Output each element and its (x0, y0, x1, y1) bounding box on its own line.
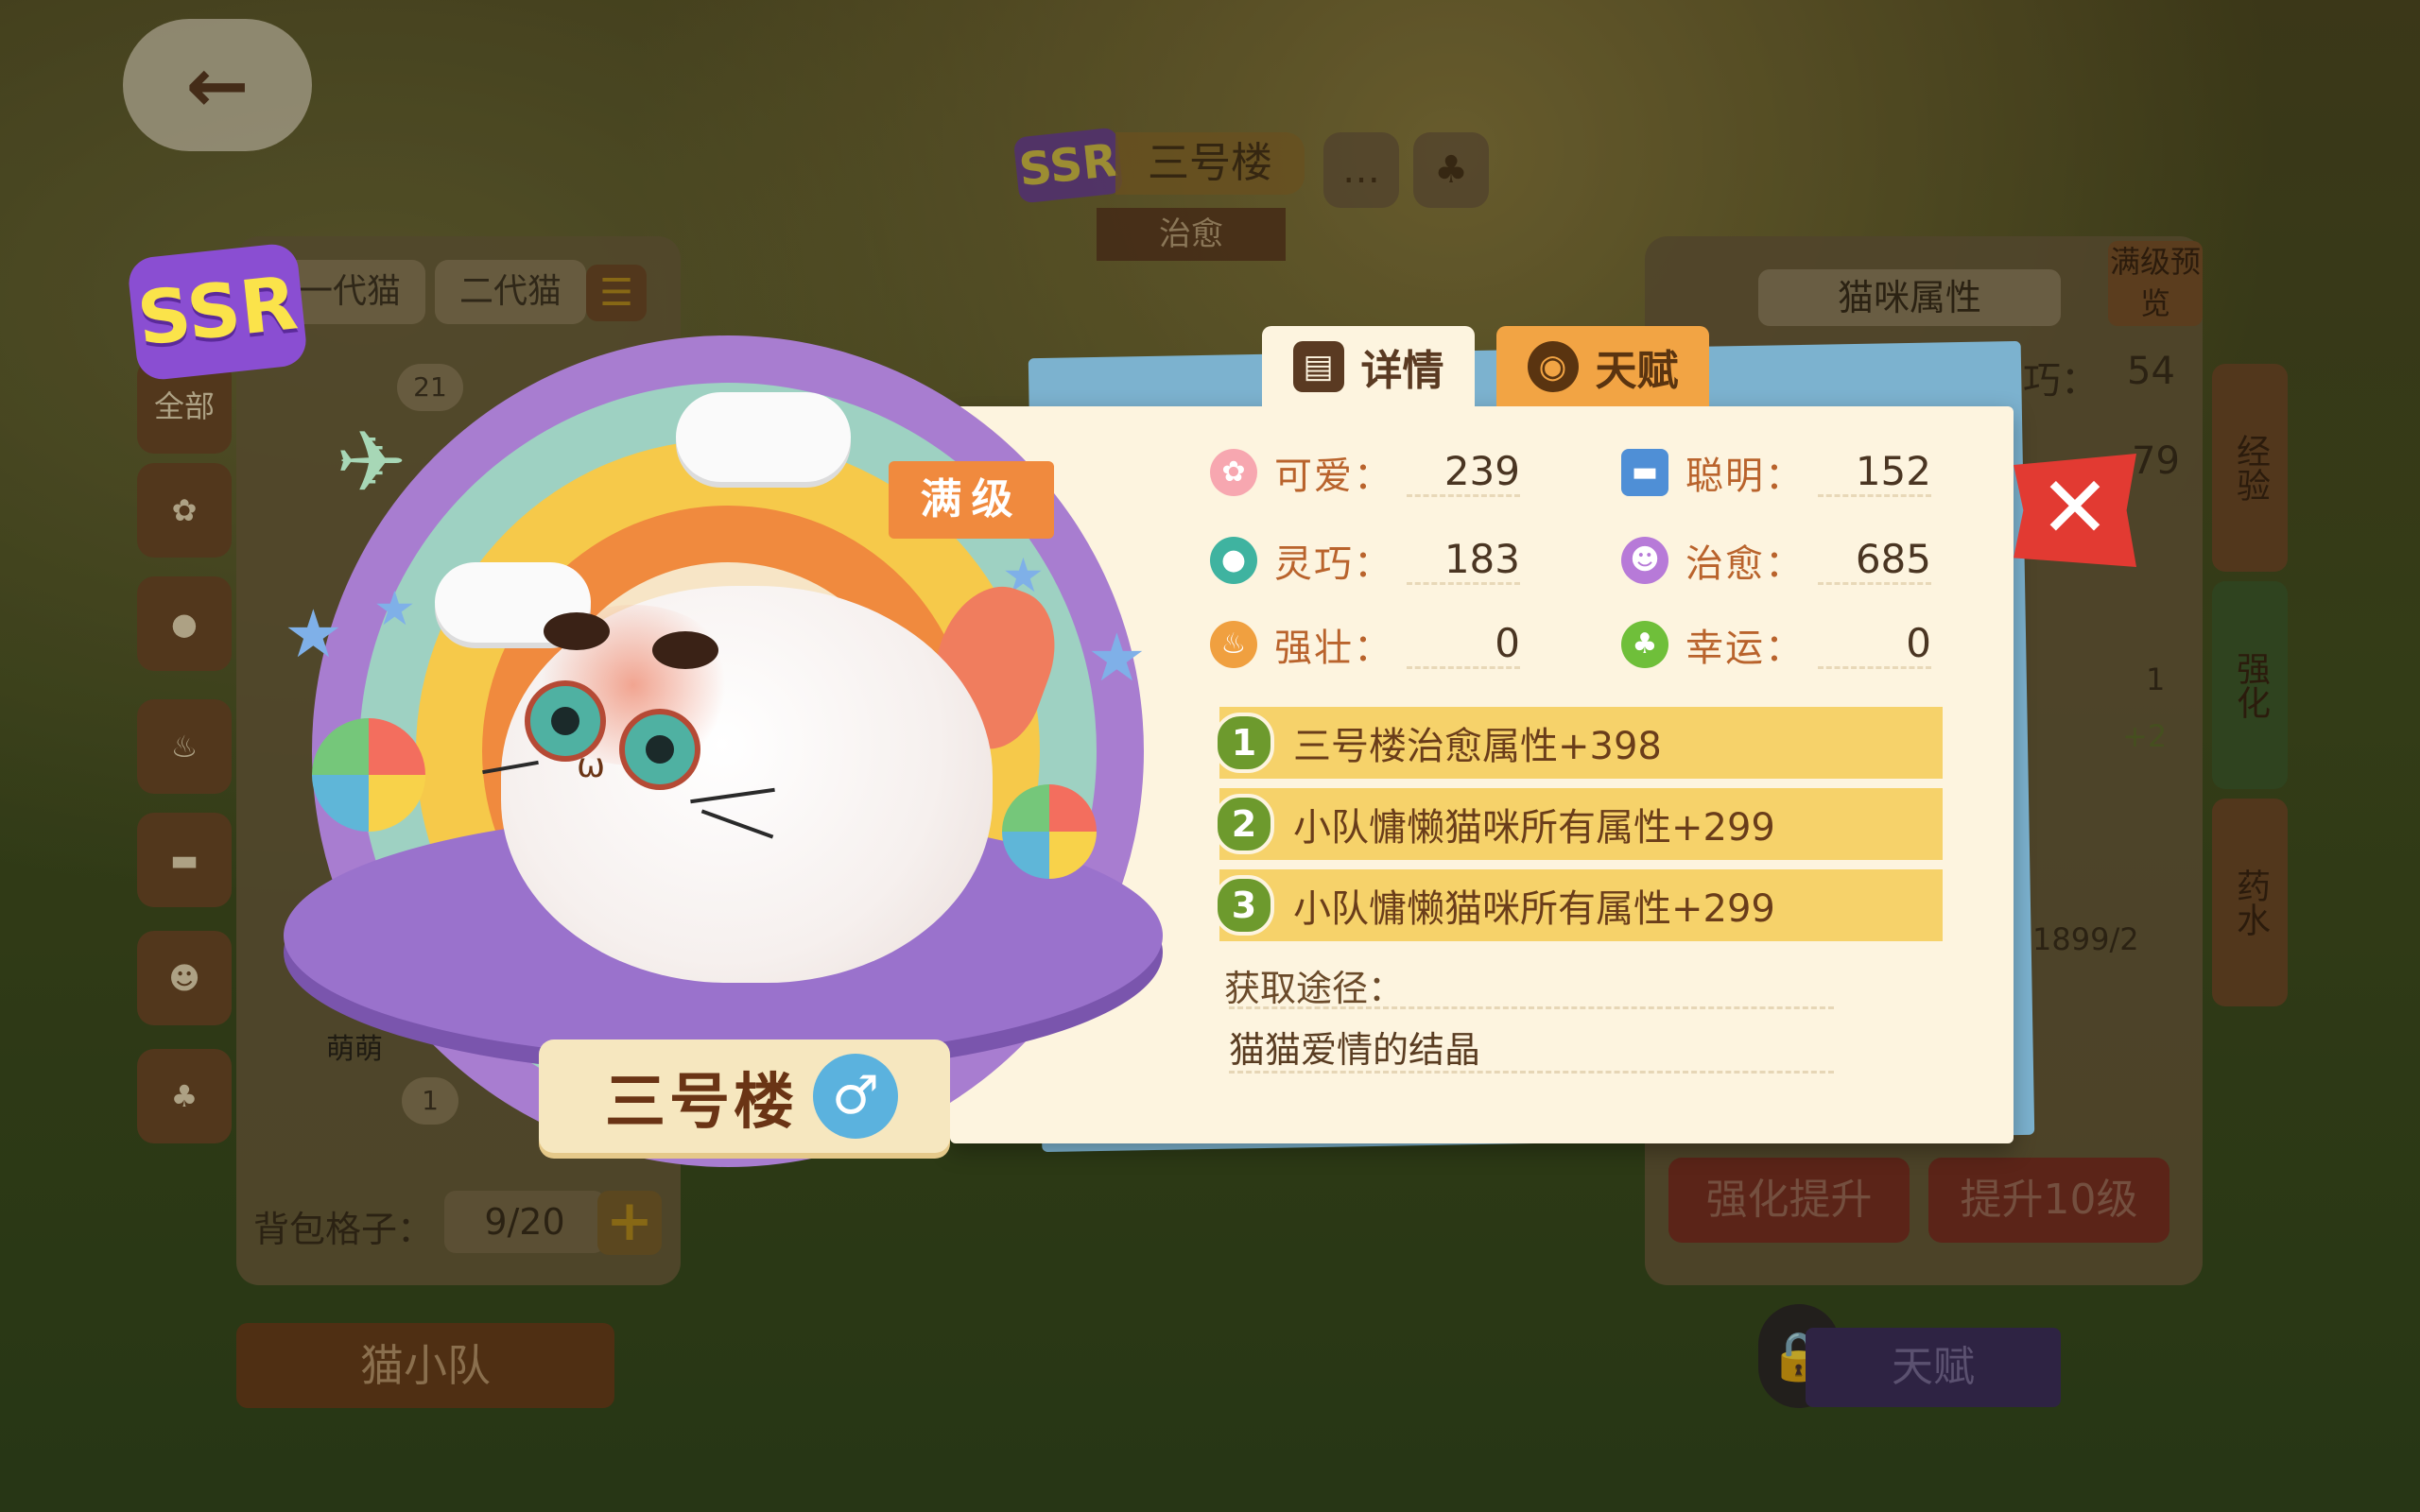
bonus-row: 1 三号楼治愈属性+398 (1214, 707, 1943, 779)
ssr-rarity-badge: SSR (126, 241, 309, 383)
source-label: 获取途径： (1224, 968, 1405, 1009)
cat-name: 三号楼 (605, 1068, 798, 1138)
stat-value: 239 (1407, 448, 1520, 497)
tab-detail-label: 详情 (1360, 346, 1444, 395)
cat-face-icon: ☻ (1621, 537, 1668, 584)
bonus-number: 3 (1214, 875, 1274, 936)
cat-mouth: ω (577, 747, 606, 785)
male-gender-icon: ♂ (813, 1054, 898, 1139)
stat-label: 强壮： (1274, 627, 1393, 670)
bonus-number: 2 (1214, 794, 1274, 854)
stat-value: 0 (1407, 620, 1520, 669)
airplane-icon: ✈ (336, 413, 407, 512)
divider (1229, 1006, 1834, 1009)
yarn-ball-icon: ● (1210, 537, 1257, 584)
tab-talent[interactable]: ◉ 天赋 (1496, 326, 1709, 406)
star-icon: ★ (284, 595, 343, 673)
cat-brow (544, 612, 610, 650)
cloud-icon (676, 392, 851, 482)
stat-smart: ▬ 聪明： 152 (1621, 444, 1931, 501)
star-icon: ★ (1087, 619, 1147, 696)
stat-value: 152 (1818, 448, 1931, 497)
stat-value: 685 (1818, 536, 1931, 585)
bonus-row: 2 小队慵懒猫咪所有属性+299 (1214, 788, 1943, 860)
graduation-cap-icon: ▬ (1621, 449, 1668, 496)
stat-label: 灵巧： (1274, 542, 1393, 586)
cat-eye (619, 709, 700, 790)
bonus-row: 3 小队慵懒猫咪所有属性+299 (1214, 869, 1943, 941)
stat-value: 183 (1407, 536, 1520, 585)
bonus-text: 小队慵懒猫咪所有属性+299 (1293, 887, 1775, 931)
paw-icon: ✿ (1210, 449, 1257, 496)
stat-luck: ♣ 幸运： 0 (1621, 616, 1931, 673)
stat-label: 治愈： (1685, 542, 1805, 586)
pinwheel-icon (312, 718, 425, 832)
close-icon: ✕ (2039, 458, 2111, 558)
tab-detail[interactable]: ▤ 详情 (1262, 326, 1475, 406)
bonus-number: 1 (1214, 713, 1274, 773)
bonus-text: 小队慵懒猫咪所有属性+299 (1293, 806, 1775, 850)
bonus-text: 三号楼治愈属性+398 (1293, 725, 1662, 768)
clover-icon: ♣ (1621, 621, 1668, 668)
close-button[interactable]: ✕ (2014, 454, 2136, 567)
stat-cute: ✿ 可爱： 239 (1210, 444, 1520, 501)
pinwheel-icon (1002, 784, 1097, 879)
tab-talent-label: 天赋 (1595, 346, 1679, 395)
divider (1229, 1071, 1834, 1074)
stat-label: 可爱： (1274, 455, 1393, 498)
stat-heal: ☻ 治愈： 685 (1621, 532, 1931, 589)
stat-strong: ♨ 强壮： 0 (1210, 616, 1520, 673)
max-level-badge: 满级 (889, 461, 1054, 539)
stat-value: 0 (1818, 620, 1931, 669)
stat-label: 聪明： (1685, 455, 1805, 498)
star-icon: ★ (373, 581, 416, 636)
stat-label: 幸运： (1685, 627, 1805, 670)
detail-book-icon: ▤ (1292, 340, 1344, 392)
cat-brow (652, 631, 718, 669)
source-text: 猫猫爱情的结晶 (1229, 1029, 1481, 1071)
talent-lamp-icon: ◉ (1527, 340, 1579, 392)
drumstick-icon: ♨ (1210, 621, 1257, 668)
stat-agile: ● 灵巧： 183 (1210, 532, 1520, 589)
